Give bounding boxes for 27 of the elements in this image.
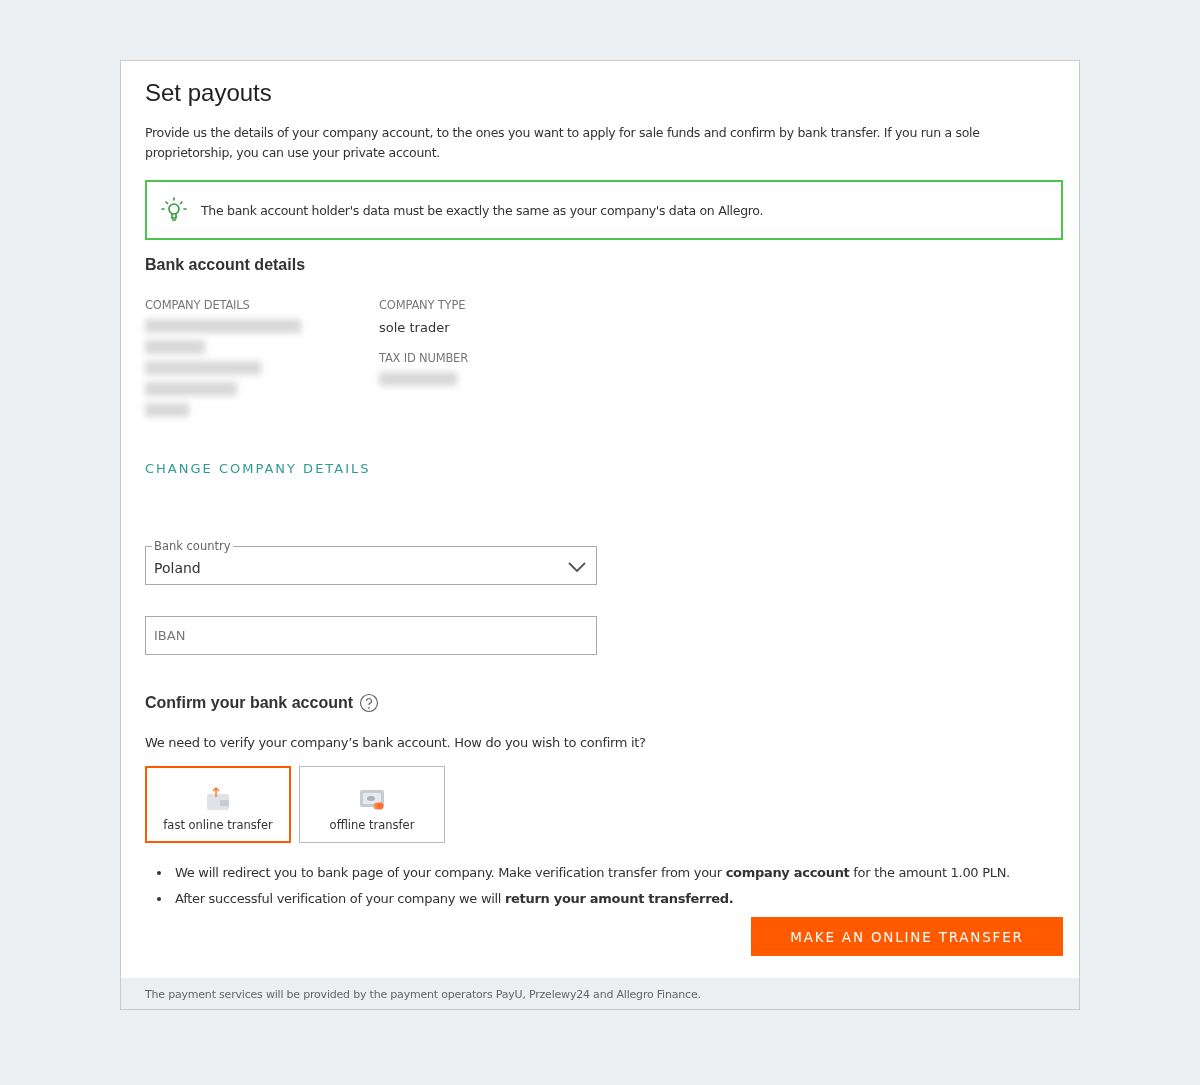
footer-text: The payment services will be provided by the payment operators PayU, Przelewy24 and Allegro Finance.	[121, 978, 1079, 1009]
bullet-text: We will redirect you to bank page of your company. Make verification transfer from your company account for the amount 1.00 PLN.	[175, 865, 1010, 880]
redacted-text	[145, 340, 205, 354]
bullet-icon	[157, 870, 161, 875]
field-value: sole trader	[379, 320, 451, 335]
payment-option[interactable]: fast online transfer	[145, 766, 291, 843]
bullet-text: After successful verification of your company we will return your amount transferred.	[175, 891, 734, 906]
wallet-icon	[204, 785, 232, 812]
dropdown-value: Poland	[154, 559, 201, 576]
field-label: COMPANY DETAILS	[145, 298, 251, 312]
field-label: TAX ID NUMBER	[379, 351, 468, 365]
page-title: Set payouts	[145, 79, 273, 107]
section-heading: Confirm your bank account	[145, 694, 354, 712]
intro-text: Provide us the details of your company account, to the ones you want to apply for sale funds and confirm by bank transfer. If you run a sole proprietorship, you can use your private account.	[145, 124, 981, 162]
iban-field[interactable]: IBAN	[145, 616, 597, 655]
bullet-icon	[157, 896, 161, 901]
help-icon	[359, 693, 380, 713]
redacted-text	[145, 403, 189, 417]
question-text: We need to verify your company’s bank account. How do you wish to confirm it?	[145, 735, 647, 750]
section-heading: Bank account details	[145, 256, 307, 274]
notice-text: The bank account holder's data must be exactly the same as your company's data on Allegro.	[201, 202, 764, 218]
payment-option[interactable]: offline transfer	[299, 766, 445, 843]
field-label: COMPANY TYPE	[379, 298, 467, 312]
country-dropdown[interactable]: Bank country Poland	[145, 539, 597, 585]
lightbulb-icon	[159, 196, 189, 224]
chevron-down-icon	[568, 561, 586, 572]
dropdown-label: Bank country	[153, 539, 232, 553]
